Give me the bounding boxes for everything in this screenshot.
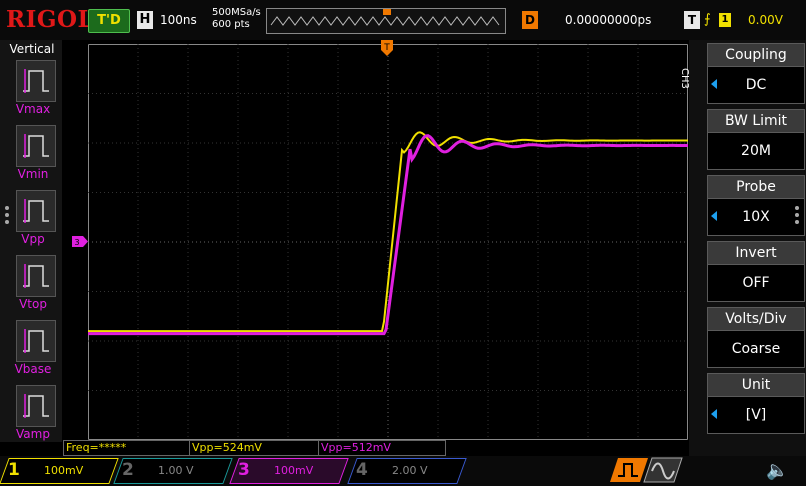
ch3-waveform <box>88 134 688 336</box>
pulse-icon <box>23 329 49 353</box>
menu-invert-value[interactable]: OFF <box>707 264 805 302</box>
channel-3-number: 3 <box>238 460 250 480</box>
graticule <box>88 44 688 440</box>
channel-3-scale: 100mV <box>274 464 314 477</box>
pulse-icon <box>23 264 49 288</box>
svg-text:T: T <box>383 43 390 53</box>
menu-bw-limit-value[interactable]: 20M <box>707 132 805 170</box>
left-arrow-icon <box>711 79 717 89</box>
delay-value[interactable]: 0.00000000ps <box>565 13 651 27</box>
measure-panel-title: Vertical <box>9 42 55 56</box>
horizontal-position-marker[interactable]: T <box>381 40 393 58</box>
measure-label: Vamp <box>16 427 50 441</box>
speaker-icon[interactable]: 🔈 <box>766 460 788 481</box>
waveform-display[interactable] <box>88 44 688 440</box>
channel-2-number: 2 <box>122 460 134 480</box>
measure-label: Vmin <box>17 167 49 181</box>
measurement-readout[interactable]: Vpp=512mV <box>318 440 446 456</box>
menu-probe-title: Probe <box>707 175 805 199</box>
square-wave-icon-bg <box>610 458 648 482</box>
channel-2-scale: 1.00 V <box>158 464 194 477</box>
left-arrow-icon <box>711 409 717 419</box>
overview-trigger-marker <box>383 9 391 15</box>
delay-key[interactable]: D <box>522 11 538 29</box>
channel-4-number: 4 <box>356 460 368 480</box>
panel-tab-handle[interactable] <box>4 205 10 225</box>
measure-vbase-button[interactable] <box>16 320 56 362</box>
trigger-level[interactable]: 0.00V <box>748 13 783 27</box>
trigger-source: 1 <box>719 13 731 27</box>
measure-label: Vpp <box>21 232 45 246</box>
measure-vmax-button[interactable] <box>16 60 56 102</box>
menu-unit-value[interactable]: [V] <box>707 396 805 434</box>
timebase-value[interactable]: 100ns <box>160 13 197 27</box>
pulse-icon <box>23 134 49 158</box>
measure-vamp-button[interactable] <box>16 385 56 427</box>
menu-channel-label: CH3 <box>679 68 690 89</box>
menu-unit-title: Unit <box>707 373 805 397</box>
measure-label: Vbase <box>14 362 52 376</box>
menu-coupling-value[interactable]: DC <box>707 66 805 104</box>
channel-1-scale: 100mV <box>44 464 84 477</box>
left-arrow-icon <box>711 211 717 221</box>
signal-source-buttons[interactable] <box>608 457 686 483</box>
timebase-key[interactable]: H <box>137 11 153 29</box>
menu-coupling-title: Coupling <box>707 43 805 67</box>
measure-label: Vtop <box>19 297 47 311</box>
overview-wave <box>270 9 500 26</box>
trigger-status-badge[interactable]: T'D <box>88 9 130 33</box>
menu-probe-value[interactable]: 10X <box>707 198 805 236</box>
menu-invert-title: Invert <box>707 241 805 265</box>
measure-vtop-button[interactable] <box>16 255 56 297</box>
measure-vmin-button[interactable] <box>16 125 56 167</box>
rising-edge-icon: ⨍ <box>704 12 711 27</box>
trigger-key[interactable]: T <box>684 11 700 29</box>
menu-bw-limit-title: BW Limit <box>707 109 805 133</box>
measure-vpp-button[interactable] <box>16 190 56 232</box>
measurement-readout[interactable]: Freq=***** <box>63 440 191 456</box>
ch3-offset-marker[interactable]: 3 <box>72 236 88 247</box>
ch1-waveform <box>88 131 688 333</box>
channel-4-scale: 2.00 V <box>392 464 428 477</box>
memory-depth: 600 pts <box>212 19 250 30</box>
pulse-icon <box>23 69 49 93</box>
sample-rate: 500MSa/s <box>212 7 261 18</box>
channel-1-number: 1 <box>8 460 20 480</box>
brand-logo: RIGOL <box>6 6 95 33</box>
pulse-icon <box>23 394 49 418</box>
pulse-icon <box>23 199 49 223</box>
waveform-overview[interactable] <box>266 8 506 34</box>
menu-volts-div-title: Volts/Div <box>707 307 805 331</box>
measure-label: Vmax <box>15 102 51 116</box>
menu-volts-div-value[interactable]: Coarse <box>707 330 805 368</box>
menu-tab-handle[interactable] <box>794 205 800 229</box>
measurement-readout[interactable]: Vpp=524mV <box>189 440 319 456</box>
svg-text:3: 3 <box>74 238 79 247</box>
